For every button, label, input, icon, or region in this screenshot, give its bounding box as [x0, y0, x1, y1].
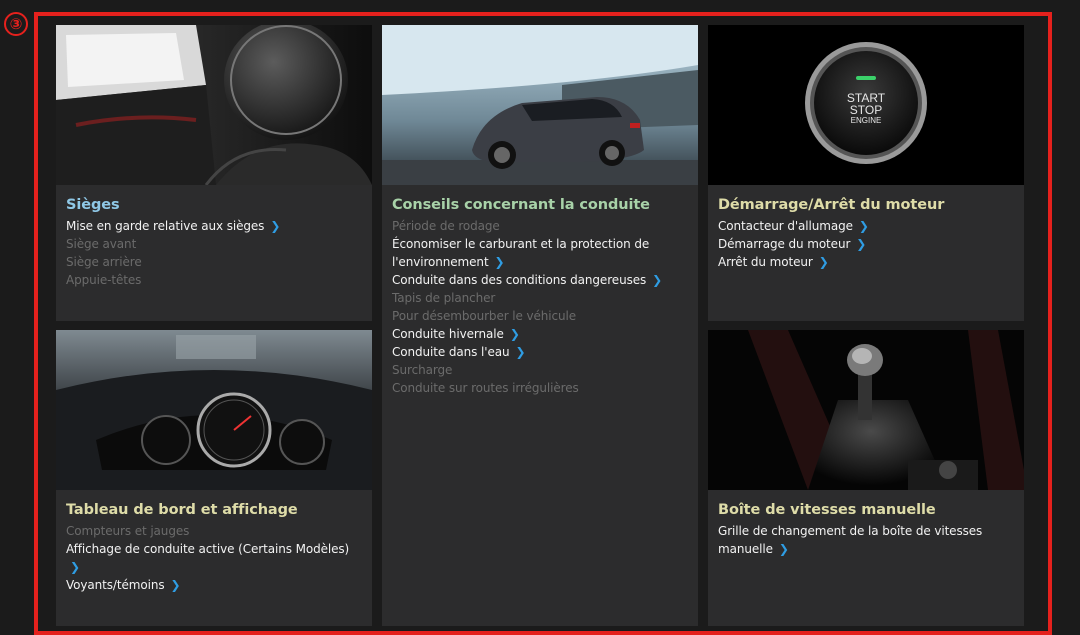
- chevron-right-icon: ❯: [515, 345, 526, 359]
- card-title-dashboard: Tableau de bord et affichage: [66, 502, 298, 518]
- item-headrests: Appuie-têtes: [66, 273, 142, 287]
- card-seats[interactable]: Sièges Mise en garde relative aux sièges…: [56, 25, 372, 321]
- card-driving-tips[interactable]: Conseils concernant la conduite Période …: [382, 25, 698, 626]
- link-driving-in-water[interactable]: Conduite dans l'eau ❯: [392, 343, 690, 361]
- link-active-driving-display[interactable]: Affichage de conduite active (Certains M…: [66, 540, 364, 576]
- card-manual-gearbox[interactable]: Boîte de vitesses manuelle Grille de cha…: [708, 330, 1024, 626]
- card-title-engine: Démarrage/Arrêt du moteur: [718, 197, 945, 213]
- card-engine-start[interactable]: START STOP ENGINE Démarrage/Arrêt du mot…: [708, 25, 1024, 321]
- link-seat-warning[interactable]: Mise en garde relative aux sièges ❯: [66, 217, 364, 235]
- chevron-right-icon: ❯: [494, 255, 505, 269]
- chevron-right-icon: ❯: [270, 219, 281, 233]
- start-stop-photo: START STOP ENGINE: [708, 25, 1024, 185]
- item-front-seat: Siège avant: [66, 237, 137, 251]
- chevron-right-icon: ❯: [170, 578, 181, 592]
- link-shift-pattern[interactable]: Grille de changement de la boîte de vite…: [718, 522, 1016, 558]
- engine-label: ENGINE: [850, 116, 882, 125]
- stop-label: STOP: [849, 103, 883, 117]
- link-engine-stop[interactable]: Arrêt du moteur ❯: [718, 253, 1016, 271]
- item-overloading: Surcharge: [392, 363, 453, 377]
- chevron-right-icon: ❯: [858, 219, 869, 233]
- chevron-right-icon: ❯: [652, 273, 663, 287]
- gear-shifter-photo: [708, 330, 1024, 490]
- item-gauges: Compteurs et jauges: [66, 524, 190, 538]
- card-title-driving: Conseils concernant la conduite: [392, 197, 650, 213]
- callout-number: ③: [4, 12, 28, 36]
- chevron-right-icon: ❯: [856, 237, 867, 251]
- chevron-right-icon: ❯: [778, 542, 789, 556]
- link-winter-driving[interactable]: Conduite hivernale ❯: [392, 325, 690, 343]
- link-engine-start[interactable]: Démarrage du moteur ❯: [718, 235, 1016, 253]
- link-warning-lights[interactable]: Voyants/témoins ❯: [66, 576, 364, 594]
- link-ignition-switch[interactable]: Contacteur d'allumage ❯: [718, 217, 1016, 235]
- link-hazardous-driving[interactable]: Conduite dans des conditions dangereuses…: [392, 271, 690, 289]
- chevron-right-icon: ❯: [70, 560, 80, 574]
- chevron-right-icon: ❯: [818, 255, 829, 269]
- seats-photo: [56, 25, 372, 185]
- item-rocking: Pour désembourber le véhicule: [392, 309, 577, 323]
- item-rough-roads: Conduite sur routes irrégulières: [392, 381, 579, 395]
- item-break-in: Période de rodage: [392, 219, 500, 233]
- link-fuel-economy[interactable]: Économiser le carburant et la protection…: [392, 235, 690, 271]
- dashboard-photo: [56, 330, 372, 490]
- item-floor-mats: Tapis de plancher: [392, 291, 496, 305]
- card-title-gearbox: Boîte de vitesses manuelle: [718, 502, 936, 518]
- chevron-right-icon: ❯: [509, 327, 520, 341]
- car-photo: [382, 25, 698, 185]
- card-dashboard[interactable]: Tableau de bord et affichage Compteurs e…: [56, 330, 372, 626]
- item-rear-seat: Siège arrière: [66, 255, 142, 269]
- card-title-seats: Sièges: [66, 197, 120, 213]
